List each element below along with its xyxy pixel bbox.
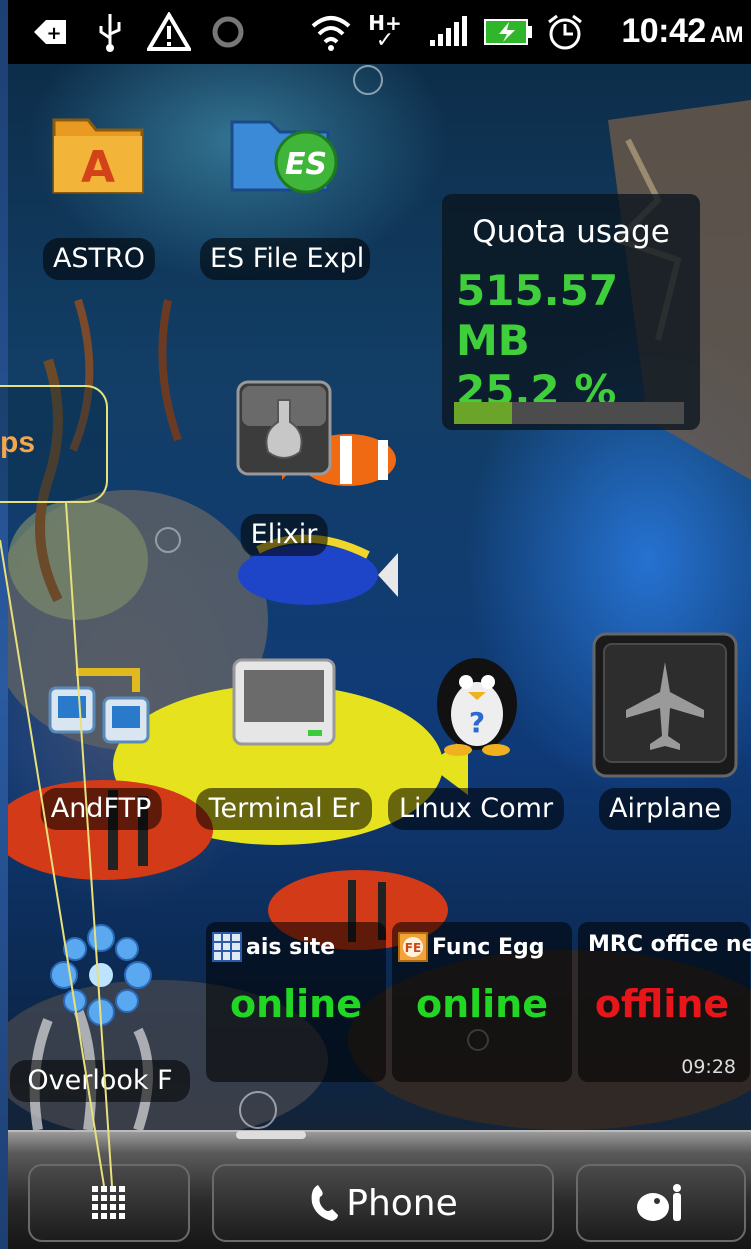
app-label: Airplane xyxy=(599,788,731,830)
app-es-file-explorer[interactable]: ES ES File Expl xyxy=(200,100,370,280)
battery-charging-icon xyxy=(482,10,534,54)
site-name-row: FE Func Egg xyxy=(398,932,544,962)
app-label: ASTRO xyxy=(42,238,156,280)
airplane-icon xyxy=(592,632,738,778)
app-linux-command[interactable]: ? Linux Comr xyxy=(388,650,564,830)
app-label: ES File Expl xyxy=(200,238,370,280)
personalize-button[interactable] xyxy=(576,1164,746,1242)
quota-progress-bar xyxy=(454,402,684,424)
site-state: online xyxy=(229,982,363,1026)
app-astro[interactable]: A ASTRO xyxy=(40,100,158,280)
airplane-toggle[interactable]: Airplane xyxy=(592,632,738,832)
wifi-icon xyxy=(308,10,354,54)
svg-text:FE: FE xyxy=(405,941,421,955)
status-clock: 10:42 AM xyxy=(621,12,743,51)
app-elixir[interactable]: Elixir xyxy=(226,380,342,560)
site-name: Func Egg xyxy=(432,934,545,960)
notification-back-icon[interactable]: + xyxy=(30,10,70,54)
app-terminal-emulator[interactable]: Terminal Er xyxy=(196,650,372,830)
folder-astro-icon: A xyxy=(52,118,144,194)
app-andftp[interactable]: AndFTP xyxy=(36,650,166,830)
site-status-widget[interactable]: ais site online xyxy=(206,922,386,1082)
svg-text:+: + xyxy=(46,23,61,44)
warning-icon[interactable] xyxy=(146,10,192,54)
app-label: Linux Comr xyxy=(388,788,564,830)
terminal-icon xyxy=(232,658,336,746)
dock-handle[interactable] xyxy=(236,1131,306,1139)
grid-icon xyxy=(92,1186,125,1219)
h-plus-icon: H+ ✓ xyxy=(368,11,402,53)
overlook-icon xyxy=(50,924,152,1026)
grid-icon xyxy=(212,932,242,962)
svg-text:?: ? xyxy=(469,706,485,739)
usb-icon[interactable] xyxy=(90,10,130,54)
personalize-icon xyxy=(637,1184,681,1221)
site-name-row: ais site xyxy=(212,932,335,962)
quota-usage-widget[interactable]: Quota usage 515.57 MB 25.2 % xyxy=(442,194,700,430)
svg-text:ES: ES xyxy=(285,147,327,182)
site-state: offline xyxy=(594,982,730,1026)
es-file-explorer-icon: ES xyxy=(230,120,338,194)
status-bar: + H+ ✓ 10:42 AM xyxy=(8,0,751,64)
clock-time: 10:42 xyxy=(621,12,706,50)
signal-icon xyxy=(426,10,470,54)
site-name: MRC office net xyxy=(588,932,751,957)
site-state: online xyxy=(415,982,549,1026)
quota-title: Quota usage xyxy=(472,214,670,250)
phone-button[interactable]: Phone xyxy=(212,1164,554,1242)
andftp-icon xyxy=(48,668,150,744)
app-label: Terminal Er xyxy=(196,788,372,830)
alarm-clock-icon xyxy=(544,10,586,54)
phone-label: Phone xyxy=(346,1182,458,1224)
app-label: Elixir xyxy=(240,514,328,556)
sync-icon[interactable] xyxy=(208,10,248,54)
fe-icon: FE xyxy=(398,932,428,962)
app-overlook[interactable]: Overlook F xyxy=(10,920,190,1102)
site-status-widget[interactable]: MRC office net offline 09:28 xyxy=(578,922,751,1082)
site-name: ais site xyxy=(246,934,336,960)
app-label: Overlook F xyxy=(10,1060,190,1102)
phone-handset-icon xyxy=(311,1185,339,1221)
site-widget-timestamp: 09:28 xyxy=(681,1056,736,1078)
elixir-flask-icon xyxy=(236,380,332,476)
site-status-widget[interactable]: FE Func Egg online xyxy=(392,922,572,1082)
site-name-row: MRC office net xyxy=(588,932,751,957)
quota-amount: 515.57 MB xyxy=(456,266,619,365)
quota-progress-fill xyxy=(454,402,512,424)
svg-text:A: A xyxy=(81,142,115,193)
linux-penguin-icon: ? xyxy=(437,658,517,756)
callout-text: ps xyxy=(0,426,36,459)
app-label: AndFTP xyxy=(40,788,162,830)
all-apps-button[interactable] xyxy=(28,1164,190,1242)
clock-ampm: AM xyxy=(709,22,744,47)
